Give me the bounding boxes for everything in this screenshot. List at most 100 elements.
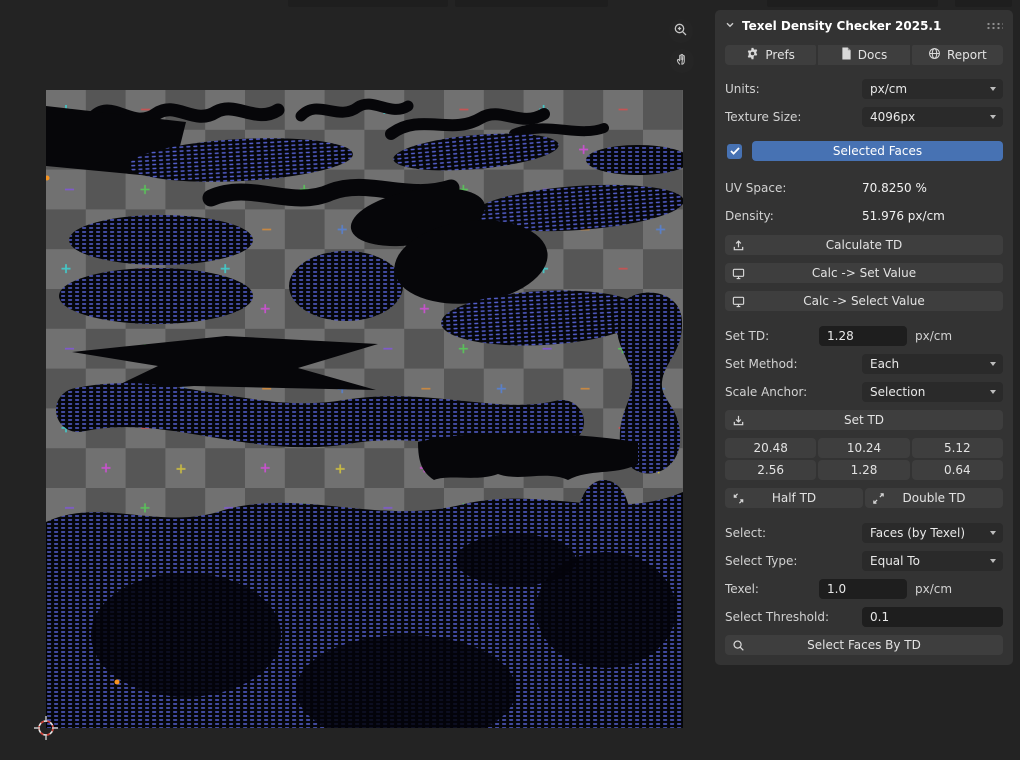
- panel-title: Texel Density Checker 2025.1: [742, 19, 941, 33]
- uv-canvas: [46, 90, 683, 728]
- tab-report[interactable]: Report: [912, 45, 1003, 65]
- blender-uv-editor-screen: Texel Density Checker 2025.1 Prefs Docs: [0, 0, 1020, 760]
- calculate-td-label: Calculate TD: [826, 238, 902, 252]
- texel-label: Texel:: [725, 582, 819, 596]
- document-icon: [841, 47, 852, 63]
- tab-label: Docs: [858, 48, 887, 62]
- select-type-value: Equal To: [870, 554, 990, 568]
- tab-prefs[interactable]: Prefs: [725, 45, 816, 65]
- select-type-label: Select Type:: [725, 554, 862, 568]
- half-td-label: Half TD: [772, 491, 816, 505]
- top-header-strip: [288, 0, 448, 7]
- report-globe-icon: [928, 47, 941, 63]
- units-value: px/cm: [870, 82, 990, 96]
- pan-hand-icon: [675, 52, 690, 70]
- select-dropdown[interactable]: Faces (by Texel): [862, 523, 1003, 543]
- check-icon: [730, 147, 740, 155]
- panel-header: Texel Density Checker 2025.1: [725, 15, 1003, 37]
- set-method-label: Set Method:: [725, 357, 862, 371]
- chevron-down-icon: [990, 531, 996, 535]
- set-td-button[interactable]: Set TD: [725, 410, 1003, 430]
- selected-uv-vertex: [115, 680, 120, 685]
- uv-space-label: UV Space:: [725, 181, 862, 195]
- select-label: Select:: [725, 526, 862, 540]
- half-double-row: Half TD Double TD: [725, 488, 1003, 508]
- import-down-icon: [732, 414, 745, 427]
- select-faces-by-td-label: Select Faces By TD: [807, 638, 921, 652]
- preset-button[interactable]: 5.12: [912, 438, 1003, 458]
- tab-docs[interactable]: Docs: [818, 45, 909, 65]
- select-threshold-row: Select Threshold:: [725, 607, 1003, 627]
- density-value: 51.976 px/cm: [862, 209, 1003, 223]
- select-faces-by-td-button[interactable]: Select Faces By TD: [725, 635, 1003, 655]
- chevron-down-icon: [990, 390, 996, 394]
- select-threshold-label: Select Threshold:: [725, 610, 862, 624]
- selected-faces-toggle-button[interactable]: Selected Faces: [752, 141, 1003, 161]
- texel-density-checker-panel: Texel Density Checker 2025.1 Prefs Docs: [715, 10, 1013, 665]
- preset-button[interactable]: 20.48: [725, 438, 816, 458]
- grip-dots-icon[interactable]: [986, 22, 1003, 30]
- monitor-icon: [732, 295, 745, 308]
- calculate-td-button[interactable]: Calculate TD: [725, 235, 1003, 255]
- panel-tabs: Prefs Docs Report: [725, 45, 1003, 65]
- scale-anchor-dropdown[interactable]: Selection: [862, 382, 1003, 402]
- calc-set-value-button[interactable]: Calc -> Set Value: [725, 263, 1003, 283]
- texel-input[interactable]: [819, 579, 907, 599]
- units-dropdown[interactable]: px/cm: [862, 79, 1003, 99]
- calc-set-value-label: Calc -> Set Value: [812, 266, 916, 280]
- set-method-dropdown[interactable]: Each: [862, 354, 1003, 374]
- select-type-dropdown[interactable]: Equal To: [862, 551, 1003, 571]
- selected-faces-checkbox[interactable]: [727, 144, 742, 159]
- preset-button[interactable]: 2.56: [725, 460, 816, 480]
- half-td-button[interactable]: Half TD: [725, 488, 863, 508]
- tab-label: Prefs: [765, 48, 795, 62]
- scale-anchor-value: Selection: [870, 385, 990, 399]
- pan-gizmo[interactable]: [670, 49, 694, 73]
- set-td-input[interactable]: [819, 326, 907, 346]
- select-faces-by-td-row: Select Faces By TD: [725, 635, 1003, 655]
- top-header-strip: [767, 0, 938, 7]
- zoom-gizmo[interactable]: [669, 19, 693, 43]
- set-method-row: Set Method: Each: [725, 354, 1003, 374]
- set-td-button-row: Set TD: [725, 410, 1003, 430]
- top-header-strip: [955, 0, 1012, 7]
- calc-select-value-button[interactable]: Calc -> Select Value: [725, 291, 1003, 311]
- export-up-icon: [732, 239, 745, 252]
- units-label: Units:: [725, 82, 862, 96]
- expand-arrows-icon: [872, 492, 885, 505]
- texel-unit: px/cm: [907, 582, 954, 596]
- tab-label: Report: [947, 48, 987, 62]
- double-td-button[interactable]: Double TD: [865, 488, 1003, 508]
- texture-size-label: Texture Size:: [725, 110, 862, 124]
- density-row: Density: 51.976 px/cm: [725, 207, 1003, 225]
- top-header-strip: [455, 0, 608, 7]
- set-td-value-row: Set TD: px/cm: [725, 326, 1003, 346]
- scale-anchor-row: Scale Anchor: Selection: [725, 382, 1003, 402]
- preset-button[interactable]: 1.28: [818, 460, 909, 480]
- set-td-label: Set TD:: [725, 329, 819, 343]
- magnifier-icon: [732, 639, 745, 652]
- monitor-icon: [732, 267, 745, 280]
- select-threshold-input[interactable]: [862, 607, 1003, 627]
- double-td-label: Double TD: [903, 491, 966, 505]
- set-td-unit: px/cm: [907, 329, 954, 343]
- texture-size-value: 4096px: [870, 110, 990, 124]
- texture-size-dropdown[interactable]: 4096px: [862, 107, 1003, 127]
- shrink-arrows-icon: [732, 492, 745, 505]
- preset-button[interactable]: 0.64: [912, 460, 1003, 480]
- chevron-down-icon: [990, 362, 996, 366]
- uv-editor-viewport[interactable]: [46, 90, 683, 728]
- select-row: Select: Faces (by Texel): [725, 523, 1003, 543]
- calculate-td-row: Calculate TD: [725, 235, 1003, 255]
- td-presets-row-2: 2.56 1.28 0.64: [725, 460, 1003, 480]
- units-row: Units: px/cm: [725, 79, 1003, 99]
- set-td-button-label: Set TD: [844, 413, 884, 427]
- chevron-down-icon: [990, 87, 996, 91]
- chevron-down-icon: [990, 115, 996, 119]
- preset-button[interactable]: 10.24: [818, 438, 909, 458]
- uv-space-row: UV Space: 70.8250 %: [725, 179, 1003, 197]
- chevron-down-icon[interactable]: [725, 19, 735, 33]
- calc-set-value-row: Calc -> Set Value: [725, 263, 1003, 283]
- zoom-in-magnifier-icon: [673, 22, 689, 41]
- select-type-row: Select Type: Equal To: [725, 551, 1003, 571]
